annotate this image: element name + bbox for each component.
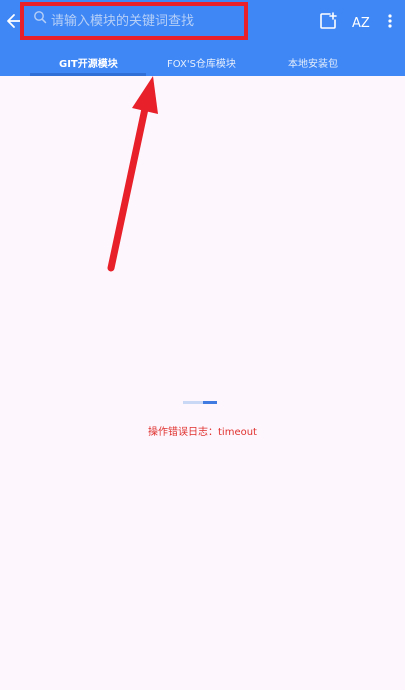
tab-local-packages[interactable]: 本地安装包 — [288, 55, 338, 70]
sort-az-icon: AZ — [352, 16, 370, 31]
app-header: 请输入模块的关键词查找 AZ GIT开源模块 FOX'S仓库模块 本地安装包 — [0, 0, 405, 76]
more-options-button[interactable] — [381, 11, 399, 31]
progress-fill — [203, 401, 217, 404]
loading-progress-bar — [183, 401, 217, 404]
annotation-arrow — [107, 76, 158, 272]
tab-fox-repo-modules[interactable]: FOX'S仓库模块 — [167, 55, 236, 70]
add-note-button[interactable] — [318, 11, 338, 31]
tab-bar: GIT开源模块 FOX'S仓库模块 本地安装包 — [0, 48, 405, 76]
sort-az-button[interactable]: AZ — [351, 11, 371, 31]
svg-text:AZ: AZ — [352, 16, 370, 31]
active-tab-indicator — [30, 73, 146, 76]
add-note-icon — [320, 12, 337, 29]
tab-git-modules[interactable]: GIT开源模块 — [59, 55, 118, 70]
error-log-message: 操作错误日志：timeout — [148, 427, 257, 438]
more-vert-icon — [388, 14, 392, 28]
annotation-highlight-box — [20, 2, 248, 40]
